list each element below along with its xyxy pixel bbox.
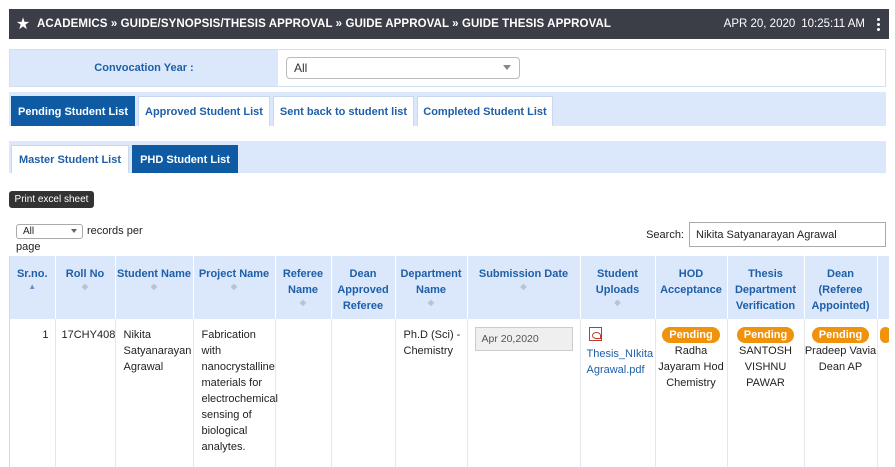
column-header[interactable]: Department Name ◆ <box>395 256 468 319</box>
cell-submission-date: Apr 20,2020 <box>467 319 581 467</box>
cell-student-name: Nikita Satyanarayan Agrawal <box>115 319 194 467</box>
status-badge: Pending <box>736 327 795 343</box>
table-row: 1 17CHY408 Nikita Satyanarayan Agrawal F… <box>10 319 889 467</box>
convocation-year-select[interactable]: All <box>286 57 520 79</box>
thesis-file-link[interactable]: Thesis_NIkita Agrawal.pdf <box>587 348 654 376</box>
sort-asc-icon: ▲ <box>28 282 37 291</box>
tab-approved-student-list[interactable]: Approved Student List <box>138 96 270 126</box>
search-label: Search: <box>646 228 684 241</box>
tab-pending-student-list[interactable]: Pending Student List <box>11 96 135 126</box>
status-tabs: Pending Student List Approved Student Li… <box>9 92 886 126</box>
column-header[interactable]: Dean (Referee Appointed) <box>804 256 878 319</box>
table-search: Search: Nikita Satyanarayan Agrawal <box>646 222 886 247</box>
cell-srno: 1 <box>10 319 56 467</box>
column-header[interactable]: Thesis Department Verification <box>727 256 805 319</box>
column-header <box>877 256 889 319</box>
tab-phd-student-list[interactable]: PHD Student List <box>132 145 238 173</box>
star-icon[interactable]: ★ <box>9 14 37 34</box>
page-label: page <box>16 241 41 253</box>
verifier-name: SANTOSH VISHNU PAWAR <box>739 345 792 389</box>
tab-completed-student-list[interactable]: Completed Student List <box>417 96 553 126</box>
column-header[interactable]: Project Name ◆ <box>193 256 276 319</box>
cell-project-name: Fabrication with nanocrystalline materia… <box>193 319 278 467</box>
column-header[interactable]: Student Uploads ◆ <box>580 256 656 319</box>
current-time: 10:25:11 AM <box>801 18 865 30</box>
pdf-icon[interactable] <box>588 327 602 341</box>
cell-hod-acceptance: Pending Radha Jayaram Hod Chemistry <box>655 319 728 467</box>
breadcrumb: ACADEMICS » GUIDE/SYNOPSIS/THESIS APPROV… <box>37 18 612 30</box>
dean-name: Pradeep Vavia Dean AP <box>804 345 877 373</box>
sort-icon: ◆ <box>299 298 307 307</box>
chevron-down-icon <box>503 65 511 70</box>
cell-roll: 17CHY408 <box>55 319 116 467</box>
print-excel-button[interactable]: Print excel sheet <box>9 191 94 208</box>
sort-icon: ◆ <box>520 282 527 291</box>
status-badge: Pending <box>662 327 720 343</box>
records-per-page-select[interactable]: All <box>16 224 83 239</box>
search-input[interactable]: Nikita Satyanarayan Agrawal <box>689 222 886 247</box>
column-header[interactable]: Roll No ◆ <box>55 256 116 319</box>
cell-overflow <box>877 319 889 467</box>
program-tabs: Master Student List PHD Student List <box>9 141 886 173</box>
current-date: APR 20, 2020 <box>723 18 796 30</box>
sort-icon: ◆ <box>614 298 621 307</box>
hod-name: Radha Jayaram Hod Chemistry <box>658 345 724 389</box>
sort-icon: ◆ <box>427 298 435 307</box>
student-table: Sr.no. ▲ Roll No ◆ Student Name ◆ Project N… <box>9 256 889 467</box>
cell-dean-referee: Pending Pradeep Vavia Dean AP <box>804 319 878 467</box>
cell-thesis-verification: Pending SANTOSH VISHNU PAWAR <box>727 319 805 467</box>
convocation-year-value: All <box>294 61 308 75</box>
convocation-filter: Convocation Year : All <box>9 49 886 87</box>
column-header[interactable]: Student Name ◆ <box>115 256 194 319</box>
tab-sent-back-list[interactable]: Sent back to student list <box>273 96 414 126</box>
title-bar: ★ ACADEMICS » GUIDE/SYNOPSIS/THESIS APPR… <box>9 9 889 39</box>
table-header-row: Sr.no. ▲ Roll No ◆ Student Name ◆ Project N… <box>10 256 889 319</box>
status-badge: Pending <box>811 327 870 343</box>
chevron-down-icon <box>71 229 77 233</box>
convocation-year-label: Convocation Year : <box>10 50 278 86</box>
column-header[interactable]: HOD Acceptance <box>655 256 728 319</box>
status-badge <box>879 327 889 343</box>
cell-referee-name <box>275 319 332 467</box>
sort-icon: ◆ <box>230 282 238 291</box>
cell-uploads: Thesis_NIkita Agrawal.pdf <box>580 319 656 467</box>
column-header[interactable]: Dean Approved Referee <box>331 256 396 319</box>
sort-icon: ◆ <box>81 282 89 291</box>
cell-department: Ph.D (Sci) - Chemistry <box>395 319 468 467</box>
submission-date-field[interactable]: Apr 20,2020 <box>474 327 573 351</box>
more-menu-icon[interactable] <box>871 17 885 32</box>
column-header[interactable]: Sr.no. ▲ <box>10 256 56 319</box>
cell-dean-approved <box>331 319 396 467</box>
tab-master-student-list[interactable]: Master Student List <box>11 145 129 173</box>
records-per-label: records per <box>87 225 143 238</box>
records-per-page-value: All <box>23 226 35 237</box>
column-header[interactable]: Referee Name ◆ <box>275 256 332 319</box>
column-header[interactable]: Submission Date ◆ <box>467 256 581 319</box>
records-length: All records per page <box>16 224 143 253</box>
sort-icon: ◆ <box>150 282 158 291</box>
